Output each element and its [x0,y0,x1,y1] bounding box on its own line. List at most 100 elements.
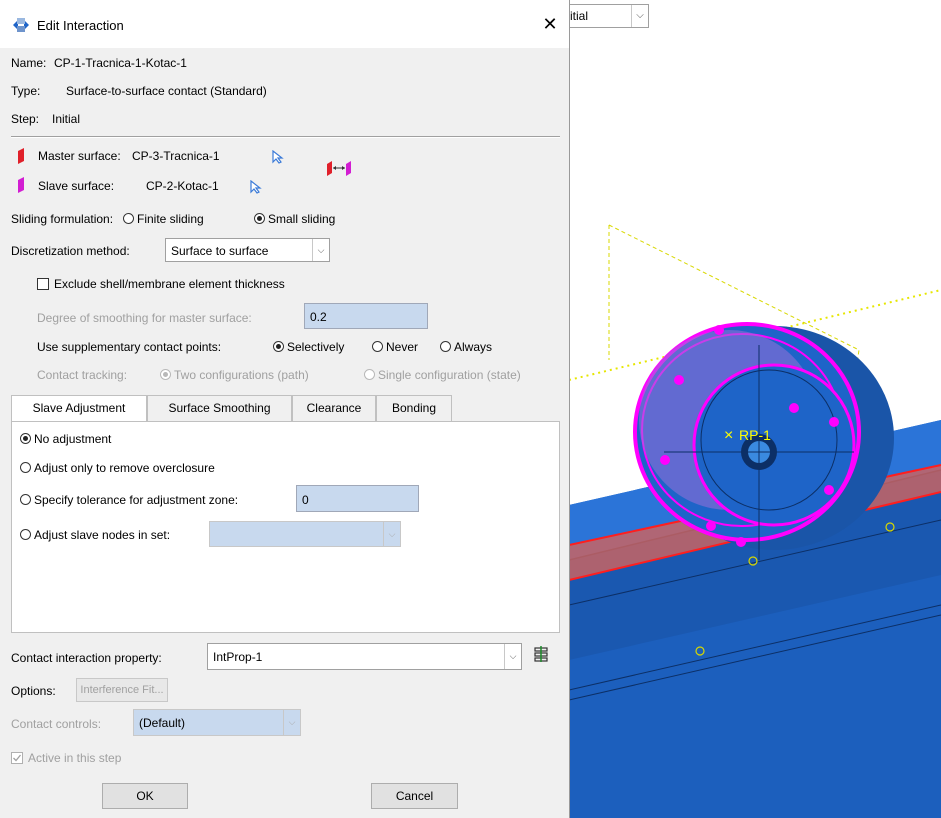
tab-surface-smoothing[interactable]: Surface Smoothing [147,395,292,421]
small-sliding-radio[interactable]: Small sliding [254,212,335,226]
slave-surface-icon [18,177,24,193]
discretization-label: Discretization method: [11,244,130,258]
type-value: Surface-to-surface contact (Standard) [66,84,267,98]
tab-label: Surface Smoothing [168,401,271,415]
node-set-combo[interactable]: ⌵ [209,521,401,547]
radio-icon [20,494,31,505]
create-property-icon[interactable] [533,646,549,662]
active-in-step-checkbox[interactable]: Active in this step [11,751,121,765]
chevron-down-icon[interactable]: ⌵ [504,644,521,669]
tolerance-value: 0 [302,493,309,507]
cursor-arrow-icon[interactable] [249,180,263,194]
tolerance-field[interactable]: 0 [296,485,419,512]
discretization-value: Surface to surface [171,244,269,258]
separator [11,136,560,138]
tab-clearance[interactable]: Clearance [292,395,376,421]
rp-label: RP-1 [739,427,771,443]
supplementary-never-radio[interactable]: Never [372,340,418,354]
swap-surfaces-icon[interactable] [326,160,352,176]
name-label: Name: [11,56,47,70]
tracking-label: Contact tracking: [37,368,128,382]
tab-label: Slave Adjustment [32,401,126,415]
discretization-combo[interactable]: Surface to surface ⌵ [165,238,330,262]
supplementary-label: Use supplementary contact points: [37,340,222,354]
specify-tolerance-label: Specify tolerance for adjustment zone: [34,493,239,507]
slave-surface-label: Slave surface: [38,179,115,193]
single-config-label: Single configuration (state) [378,368,521,382]
chevron-down-icon[interactable]: ⌵ [312,239,329,261]
contact-controls-label: Contact controls: [11,717,102,731]
edit-interaction-dialog: Edit Interaction ✕ Name: CP-1-Tracnica-1… [0,0,570,818]
tab-slave-adjustment[interactable]: Slave Adjustment [11,395,147,423]
step-combo[interactable]: itial ⌵ [569,4,649,28]
adjust-nodes-label: Adjust slave nodes in set: [34,528,171,542]
tab-label: Clearance [306,401,362,415]
smoothing-value: 0.2 [310,310,327,324]
options-label: Options: [11,684,56,698]
small-sliding-label: Small sliding [268,212,336,226]
step-value: Initial [52,112,81,126]
model-render: RP-1 × [569,224,941,818]
exclude-shell-checkbox[interactable]: Exclude shell/membrane element thickness [37,277,285,291]
tracking-single-config-radio[interactable]: Single configuration (state) [364,368,521,382]
master-surface-value: CP-3-Tracnica-1 [132,149,220,163]
chevron-down-icon[interactable]: ⌵ [383,522,400,546]
supplementary-selectively-radio[interactable]: Selectively [273,340,344,354]
radio-selected-icon [273,341,284,352]
supplementary-always-radio[interactable]: Always [440,340,492,354]
no-adjustment-radio[interactable]: No adjustment [20,432,111,446]
slave-adjustment-panel: No adjustment Adjust only to remove over… [11,421,560,633]
finite-sliding-radio[interactable]: Finite sliding [123,212,204,226]
ok-button[interactable]: OK [102,783,188,809]
contact-controls-combo[interactable]: (Default) ⌵ [133,709,301,736]
radio-selected-icon [254,213,265,224]
title-bar[interactable]: Edit Interaction ✕ [0,0,569,48]
smoothing-field[interactable]: 0.2 [304,303,428,329]
always-label: Always [454,340,493,354]
smoothing-label: Degree of smoothing for master surface: [37,311,252,325]
tab-bonding[interactable]: Bonding [376,395,452,421]
step-combo-value: itial [570,9,589,23]
finite-sliding-label: Finite sliding [137,212,204,226]
property-value: IntProp-1 [213,650,263,664]
radio-icon [123,213,134,224]
radio-icon [440,341,451,352]
tracking-two-config-radio[interactable]: Two configurations (path) [160,368,309,382]
adjust-nodes-in-set-radio[interactable]: Adjust slave nodes in set: [20,528,170,542]
viewport-canvas[interactable]: RP-1 × [569,0,941,818]
radio-selected-icon [20,433,31,444]
cursor-arrow-icon[interactable] [271,150,285,164]
interaction-app-icon [13,18,29,32]
chevron-down-icon[interactable]: ⌵ [283,710,300,735]
checkbox-icon [37,278,49,290]
specify-tolerance-radio[interactable]: Specify tolerance for adjustment zone: [20,493,238,507]
remove-overclosure-radio[interactable]: Adjust only to remove overclosure [20,461,215,475]
exclude-shell-label: Exclude shell/membrane element thickness [54,277,285,291]
no-adjustment-label: No adjustment [34,432,112,446]
chevron-down-icon[interactable]: ⌵ [631,5,648,27]
slave-surface-value: CP-2-Kotac-1 [146,179,219,193]
step-label: Step: [11,112,40,126]
cancel-button[interactable]: Cancel [371,783,458,809]
svg-text:×: × [724,427,733,444]
checkbox-checked-icon [11,752,23,764]
never-label: Never [386,340,419,354]
tab-label: Bonding [391,401,437,415]
selectively-label: Selectively [287,340,345,354]
radio-icon [364,369,375,380]
master-surface-icon [18,148,24,164]
dialog-title: Edit Interaction [37,18,124,33]
close-icon[interactable]: ✕ [539,12,561,36]
radio-icon [372,341,383,352]
property-combo[interactable]: IntProp-1 ⌵ [207,643,522,670]
radio-icon [20,529,31,540]
radio-selected-icon [160,369,171,380]
two-config-label: Two configurations (path) [174,368,309,382]
master-surface-label: Master surface: [38,149,121,163]
remove-overclosure-label: Adjust only to remove overclosure [34,461,215,475]
radio-icon [20,462,31,473]
type-label: Type: [11,84,41,98]
interference-fit-button[interactable]: Interference Fit... [76,678,168,702]
name-value: CP-1-Tracnica-1-Kotac-1 [54,56,187,70]
property-label: Contact interaction property: [11,651,162,665]
